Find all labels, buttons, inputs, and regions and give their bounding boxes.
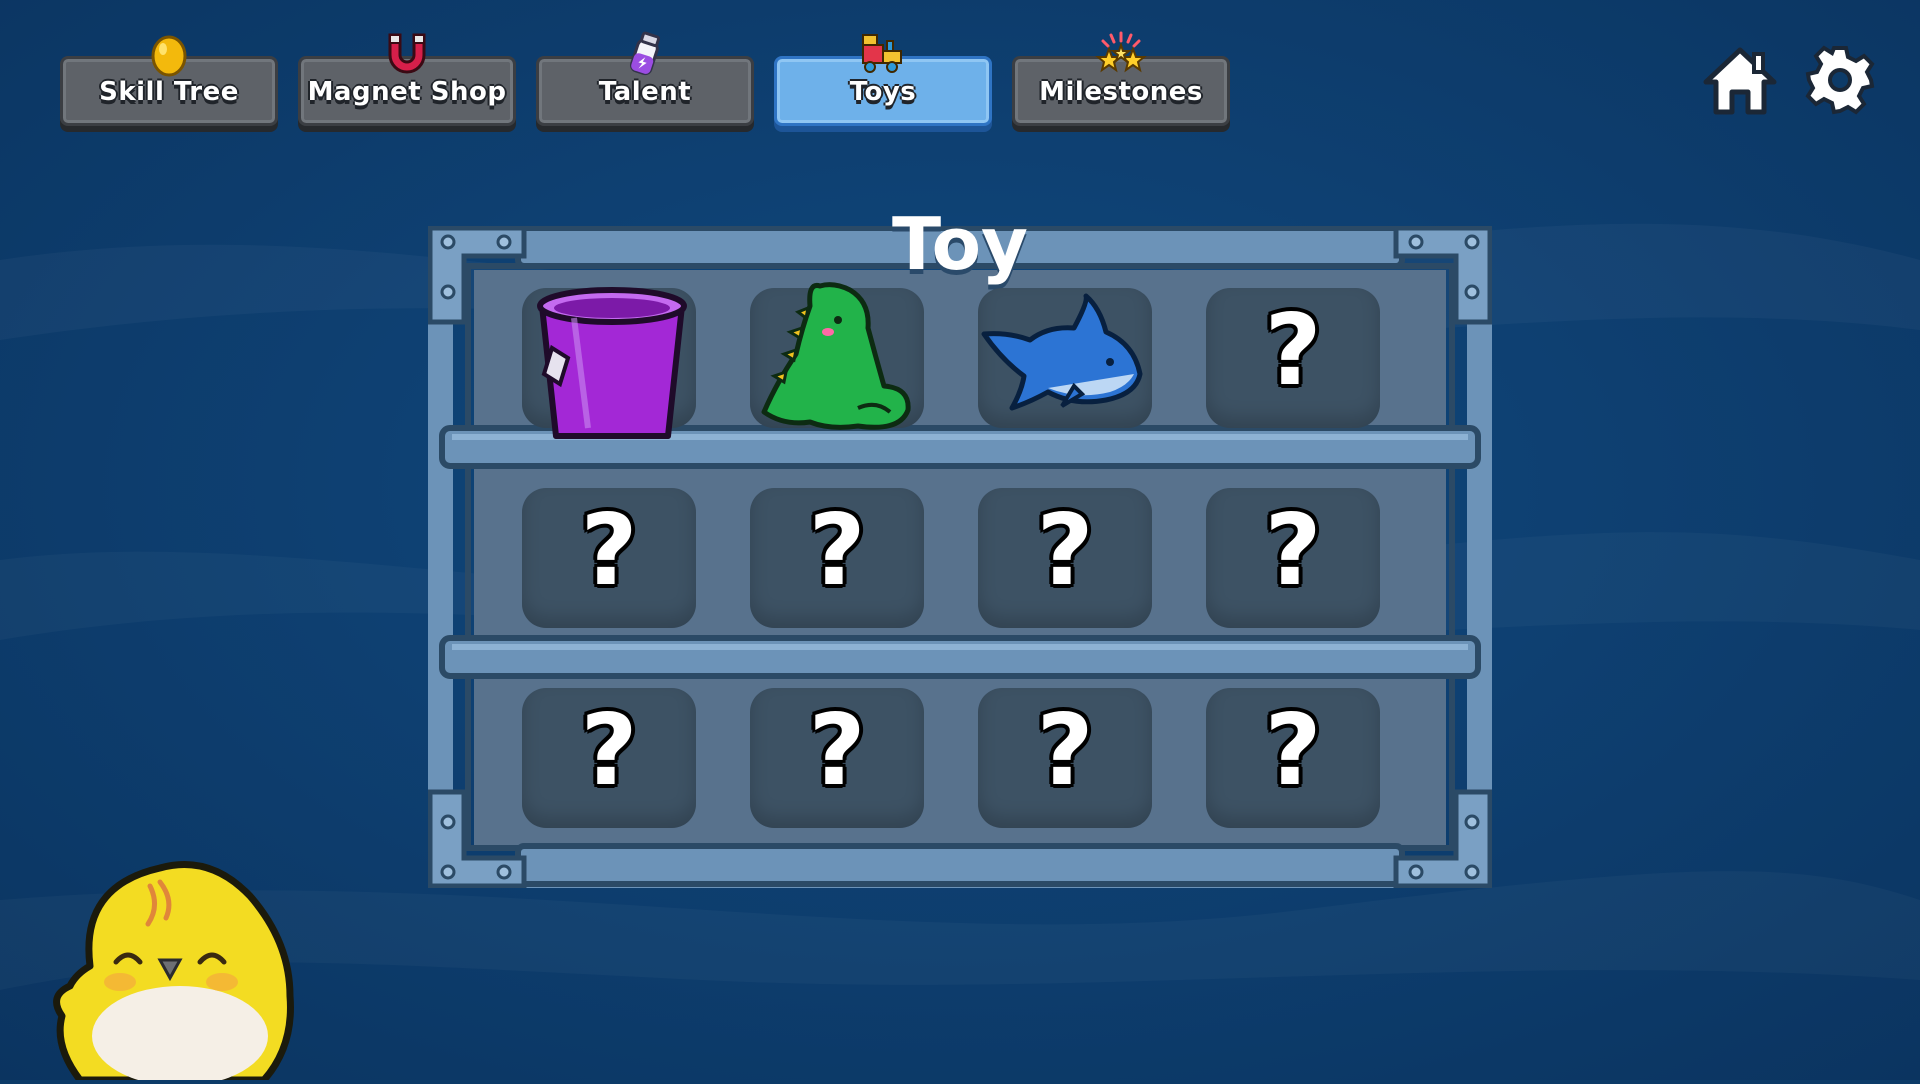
toy-slot-dinosaur[interactable] bbox=[750, 282, 924, 430]
tab-label: Milestones bbox=[1039, 77, 1203, 107]
unknown-toy-icon: ? bbox=[808, 694, 866, 808]
tab-label: Magnet Shop bbox=[307, 77, 507, 107]
tab-magnet-shop[interactable]: Magnet Shop bbox=[298, 33, 516, 126]
unknown-toy-icon: ? bbox=[580, 694, 638, 808]
toy-slot-locked[interactable]: ? bbox=[522, 488, 696, 628]
unknown-toy-icon: ? bbox=[1036, 494, 1094, 608]
unknown-toy-icon: ? bbox=[580, 494, 638, 608]
tab-toys[interactable]: Toys bbox=[774, 34, 992, 126]
settings-button[interactable] bbox=[1804, 44, 1876, 120]
gear-icon bbox=[1805, 45, 1875, 115]
toy-slot-locked[interactable]: ? bbox=[978, 488, 1152, 628]
tab-label: Skill Tree bbox=[99, 77, 239, 107]
toy-slot-locked[interactable]: ? bbox=[750, 488, 924, 628]
toy-slot-shark[interactable] bbox=[978, 288, 1152, 428]
blue-shark-icon bbox=[981, 293, 1143, 411]
shelf-title: Toy bbox=[892, 202, 1028, 286]
toy-slot-locked[interactable]: ? bbox=[1206, 488, 1380, 628]
toy-slot-locked[interactable]: ? bbox=[1206, 288, 1380, 428]
purple-bucket-icon bbox=[537, 287, 687, 439]
toy-slot-locked[interactable]: ? bbox=[1206, 688, 1380, 828]
stars-icon bbox=[1093, 31, 1149, 79]
toy-slot-locked[interactable]: ? bbox=[522, 688, 696, 828]
tab-talent[interactable]: Talent bbox=[536, 31, 754, 126]
toy-train-icon bbox=[859, 31, 907, 79]
magnet-icon bbox=[384, 31, 430, 81]
home-button[interactable] bbox=[1702, 44, 1778, 120]
potion-icon bbox=[623, 31, 667, 81]
green-dinosaur-icon bbox=[761, 282, 911, 430]
unknown-toy-icon: ? bbox=[1264, 494, 1322, 608]
egg-icon bbox=[149, 31, 189, 81]
unknown-toy-icon: ? bbox=[1036, 694, 1094, 808]
toy-slot-locked[interactable]: ? bbox=[978, 688, 1152, 828]
toy-slot-bucket[interactable] bbox=[522, 287, 696, 439]
chick-mascot bbox=[50, 846, 300, 1084]
toy-shelf: Toy ? ? ? ? ? ? ? ? ? bbox=[428, 208, 1492, 888]
tab-skill-tree[interactable]: Skill Tree bbox=[60, 35, 278, 126]
tab-label: Toys bbox=[849, 77, 917, 107]
tab-label: Talent bbox=[598, 77, 692, 107]
unknown-toy-icon: ? bbox=[1264, 294, 1322, 408]
toy-slot-locked[interactable]: ? bbox=[750, 688, 924, 828]
unknown-toy-icon: ? bbox=[1264, 694, 1322, 808]
home-icon bbox=[1703, 47, 1777, 115]
unknown-toy-icon: ? bbox=[808, 494, 866, 608]
tab-milestones[interactable]: Milestones bbox=[1012, 31, 1230, 126]
tab-bar: Skill Tree Magnet Shop Talent Toys Miles… bbox=[60, 31, 1230, 126]
yellow-chick-icon bbox=[53, 861, 294, 1084]
